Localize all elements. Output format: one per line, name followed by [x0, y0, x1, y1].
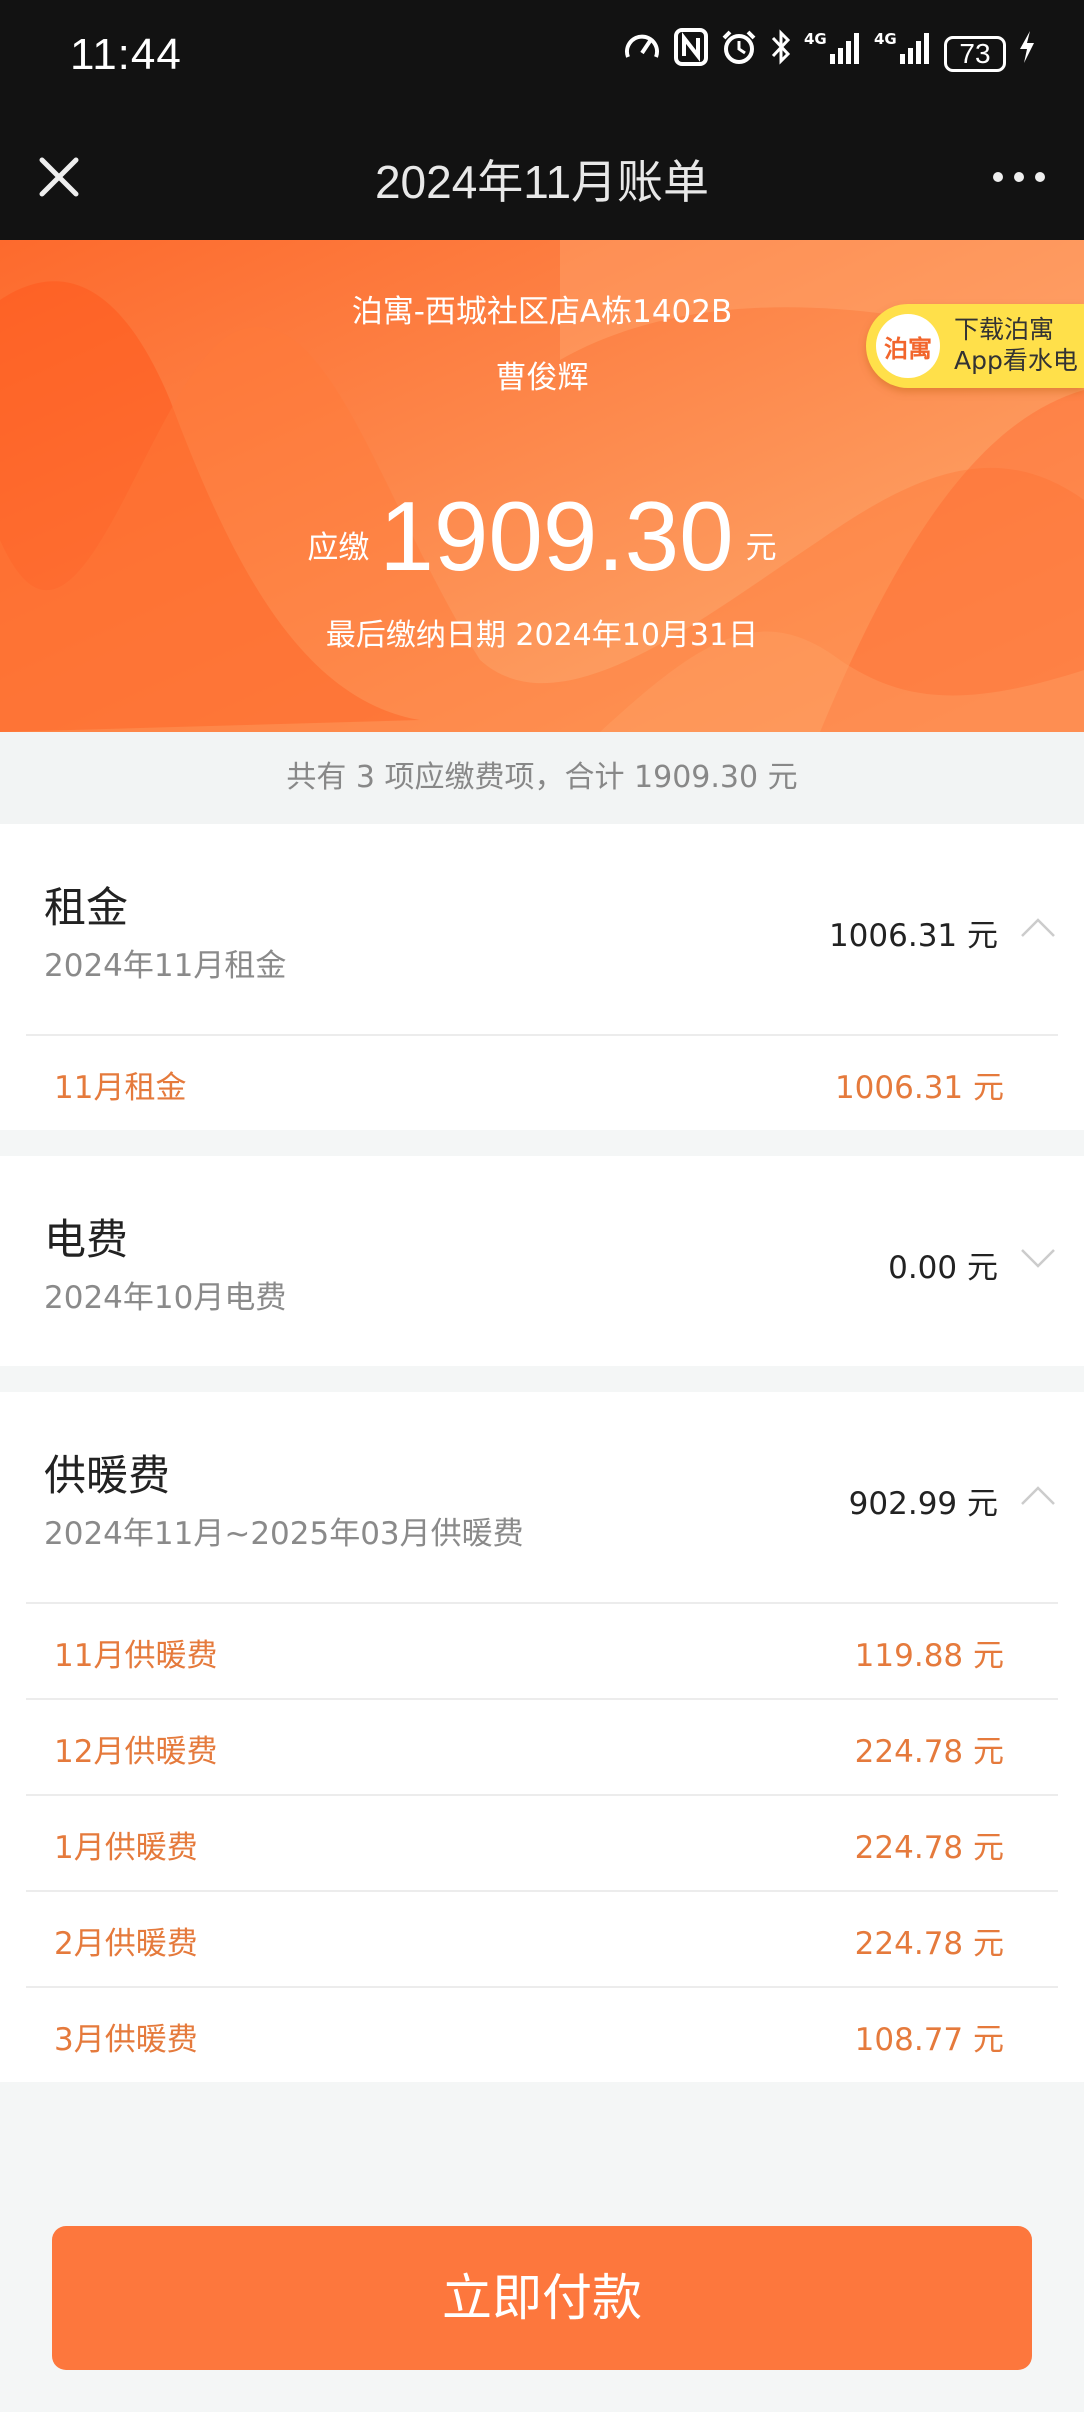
detail-amount: 224.78 元	[854, 1830, 1004, 1866]
detail-name: 12月供暖费	[54, 1734, 218, 1770]
fee-total: 902.99 元	[848, 1486, 998, 1522]
bluetooth-icon	[770, 28, 792, 81]
fee-detail-row: 11月供暖费 119.88 元	[26, 1602, 1058, 1698]
detail-name: 2月供暖费	[54, 1926, 198, 1962]
signal-icon-sim2: 4G	[874, 28, 932, 81]
fee-card-header[interactable]: 租金 2024年11月租金 1006.31 元	[0, 824, 1084, 1034]
badge-line-2: App看水电	[954, 346, 1078, 375]
amount-due: 应缴 1909.30 元	[0, 486, 1084, 586]
detail-amount: 1006.31 元	[834, 1070, 1004, 1106]
app-logo: 泊寓	[876, 314, 940, 378]
chevron-up-icon[interactable]	[1020, 916, 1056, 938]
download-app-badge[interactable]: 泊寓 下载泊寓 App看水电	[866, 304, 1084, 388]
fee-category: 租金	[44, 883, 129, 932]
status-bar: 11:44 4G 4G 73	[0, 0, 1084, 116]
badge-line-1: 下载泊寓	[954, 315, 1055, 344]
fee-card-header[interactable]: 供暖费 2024年11月~2025年03月供暖费 902.99 元	[0, 1392, 1084, 1602]
charging-icon	[1018, 28, 1036, 80]
fee-card-heating: 供暖费 2024年11月~2025年03月供暖费 902.99 元 11月供暖费…	[0, 1392, 1084, 2082]
fee-detail-row: 2月供暖费 224.78 元	[26, 1890, 1058, 1986]
badge-text: 下载泊寓 App看水电	[954, 314, 1078, 376]
chevron-down-icon[interactable]	[1020, 1248, 1056, 1270]
fee-detail-row: 1月供暖费 224.78 元	[26, 1794, 1058, 1890]
detail-amount: 224.78 元	[854, 1926, 1004, 1962]
nfc-icon	[674, 27, 708, 81]
page-title: 2024年11月账单	[374, 156, 710, 208]
fee-total: 0.00 元	[888, 1250, 998, 1286]
detail-name: 3月供暖费	[54, 2022, 198, 2058]
status-icons: 4G 4G 73	[622, 27, 1036, 82]
fee-detail-row: 11月租金 1006.31 元	[26, 1034, 1058, 1130]
fee-card-header[interactable]: 电费 2024年10月电费 0.00 元	[0, 1156, 1084, 1366]
fee-category: 供暖费	[44, 1451, 171, 1500]
fee-card-rent: 租金 2024年11月租金 1006.31 元 11月租金 1006.31 元	[0, 824, 1084, 1130]
detail-amount: 119.88 元	[854, 1638, 1004, 1674]
nav-bar: 2024年11月账单	[0, 116, 1084, 240]
detail-name: 11月租金	[54, 1070, 187, 1106]
svg-text:4G: 4G	[804, 30, 827, 48]
detail-name: 1月供暖费	[54, 1830, 198, 1866]
more-icon[interactable]	[984, 148, 1054, 206]
fee-period: 2024年10月电费	[44, 1280, 287, 1316]
bill-hero-banner: 泊寓-西城社区店A栋1402B 曹俊辉 应缴 1909.30 元 最后缴纳日期 20…	[0, 240, 1084, 732]
speedometer-icon	[622, 27, 662, 82]
status-time: 11:44	[70, 30, 182, 79]
alarm-icon	[720, 28, 758, 81]
fee-period: 2024年11月~2025年03月供暖费	[44, 1516, 524, 1552]
amount-unit: 元	[745, 530, 777, 566]
pay-now-button[interactable]: 立即付款	[52, 2226, 1032, 2370]
amount-label: 应缴	[307, 530, 370, 566]
due-date: 最后缴纳日期 2024年10月31日	[325, 618, 759, 653]
fee-period: 2024年11月租金	[44, 948, 287, 984]
fee-category: 电费	[44, 1215, 129, 1264]
detail-amount: 108.77 元	[854, 2022, 1004, 2058]
fee-card-electricity: 电费 2024年10月电费 0.00 元	[0, 1156, 1084, 1366]
detail-amount: 224.78 元	[854, 1734, 1004, 1770]
chevron-up-icon[interactable]	[1020, 1484, 1056, 1506]
signal-icon-sim1: 4G	[804, 28, 862, 81]
fee-summary: 共有 3 项应缴费项，合计 1909.30 元	[0, 732, 1084, 824]
battery-indicator: 73	[944, 36, 1006, 72]
amount-value: 1909.30	[379, 481, 734, 591]
fee-total: 1006.31 元	[828, 918, 998, 954]
fee-detail-row: 3月供暖费 108.77 元	[26, 1986, 1058, 2082]
detail-name: 11月供暖费	[54, 1638, 218, 1674]
fee-detail-row: 12月供暖费 224.78 元	[26, 1698, 1058, 1794]
svg-text:4G: 4G	[874, 30, 897, 48]
